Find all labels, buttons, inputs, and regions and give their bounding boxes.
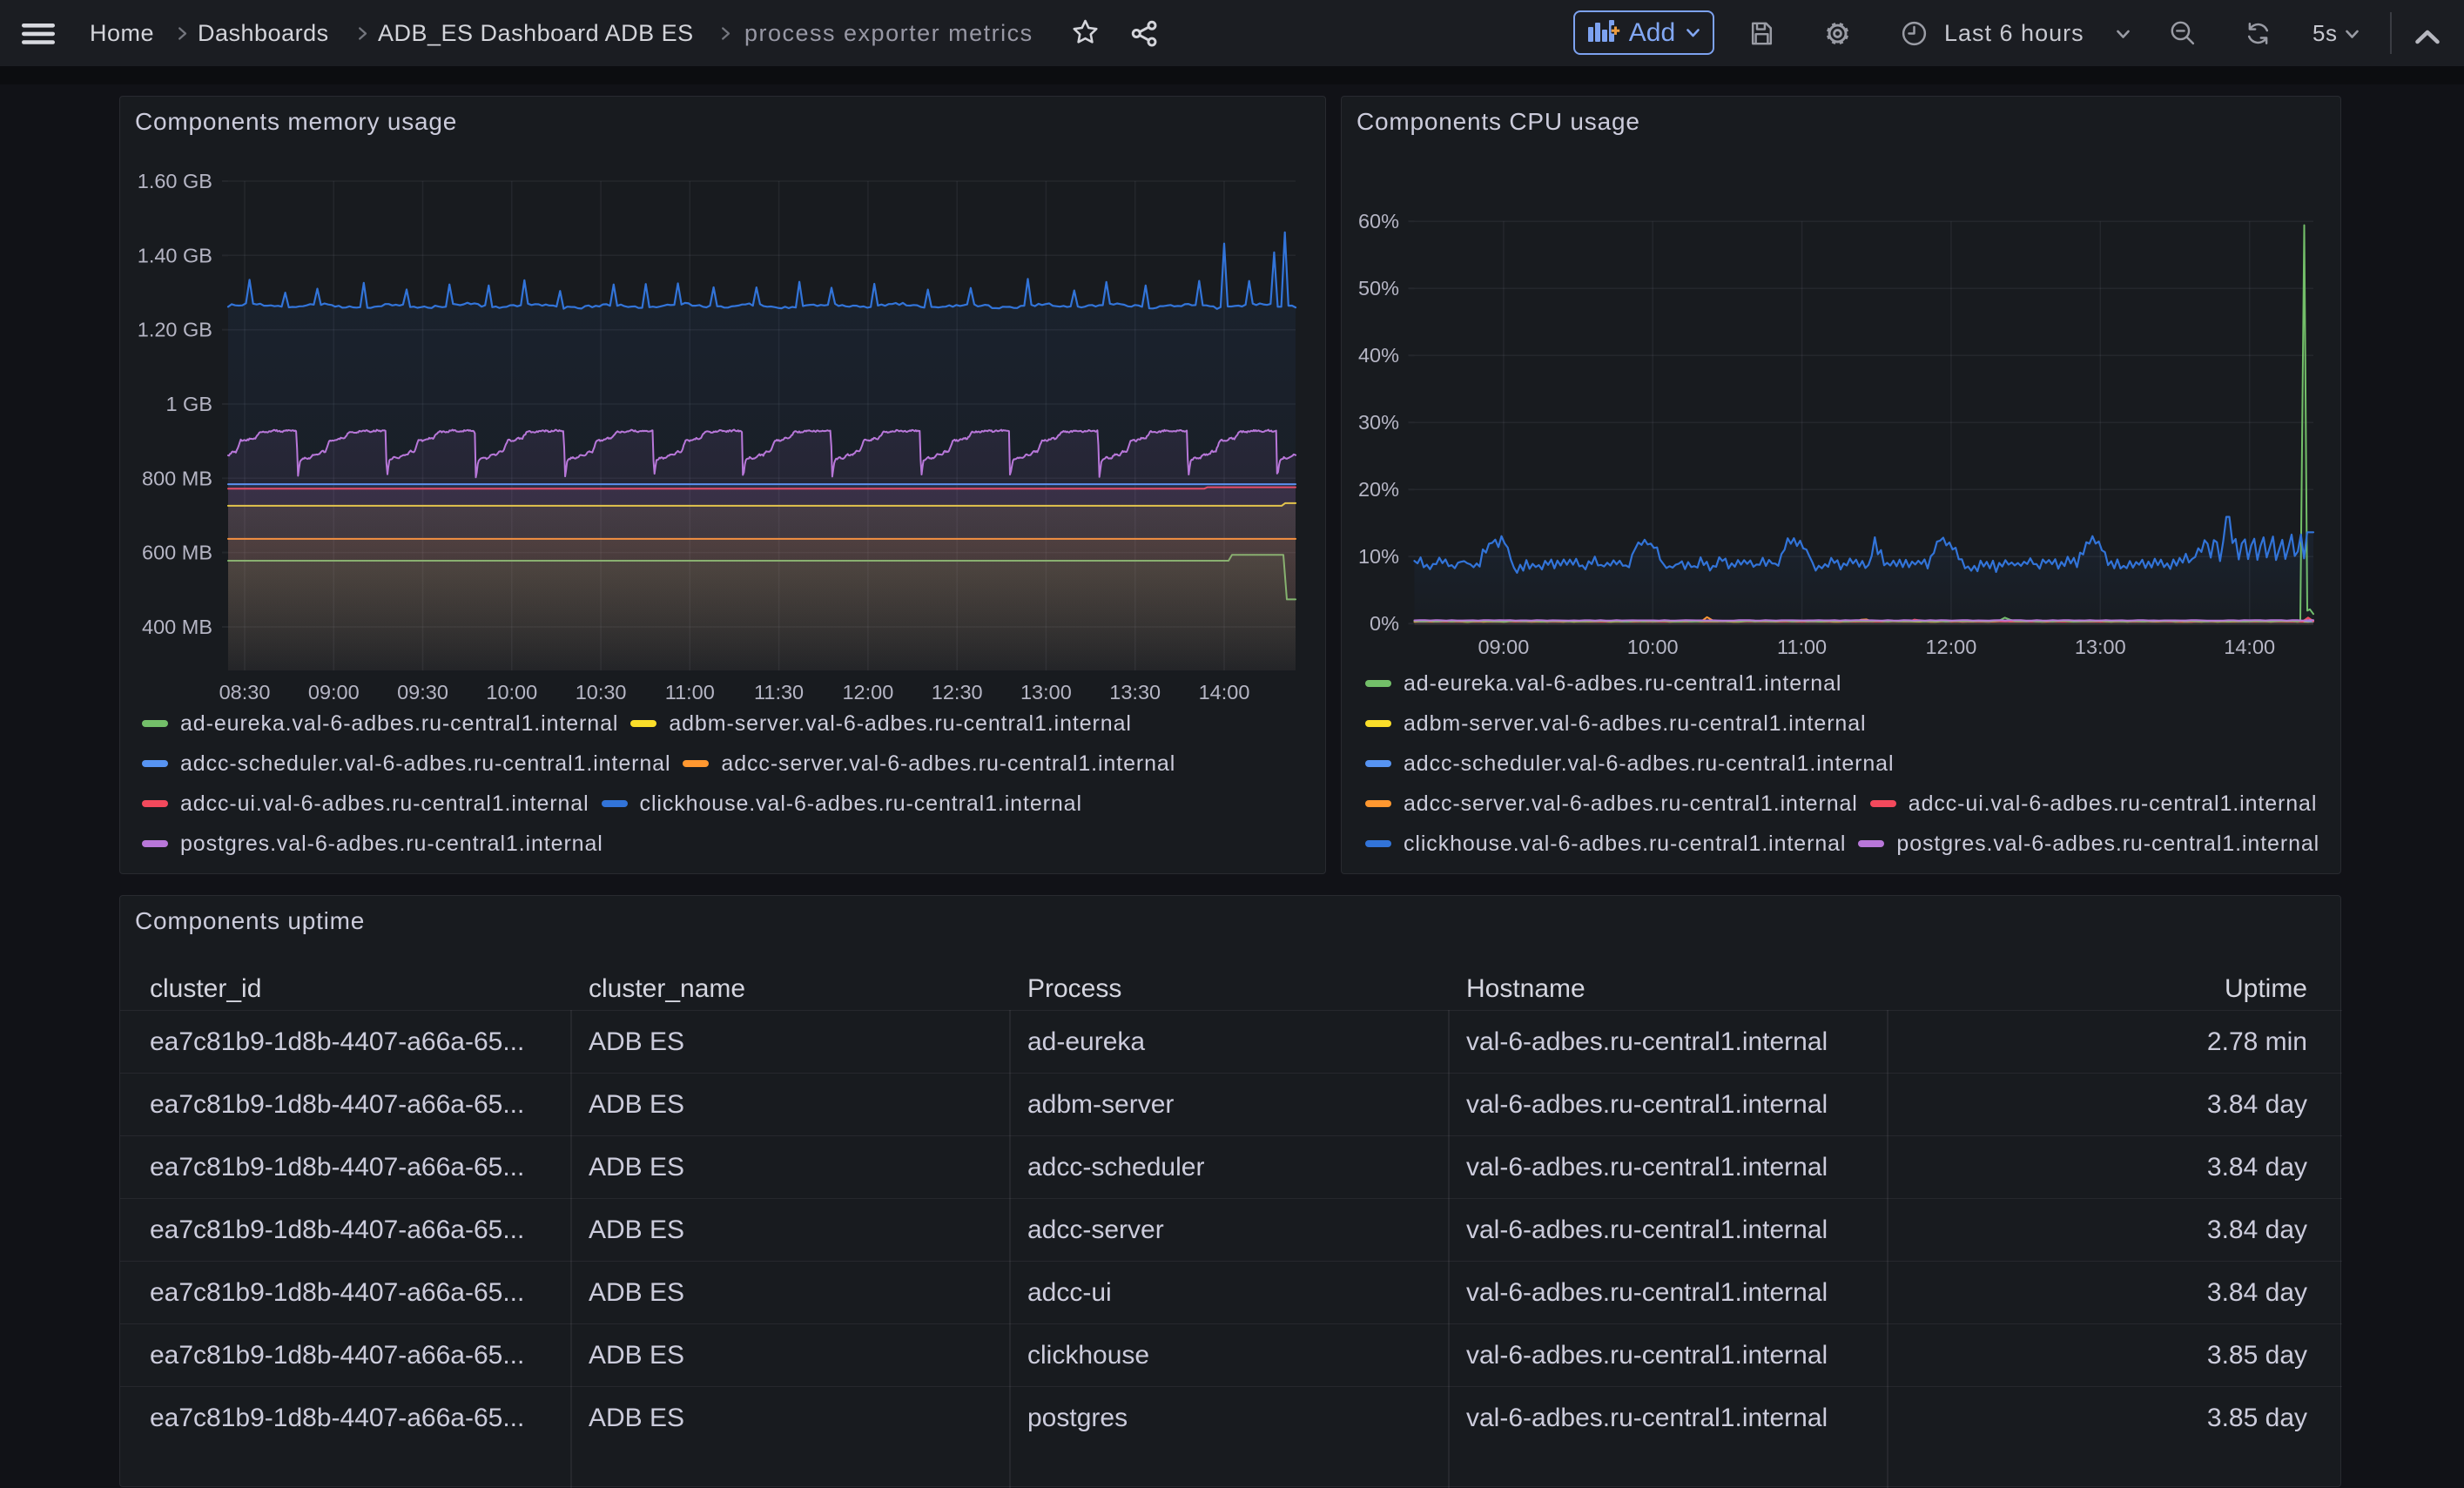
svg-text:11:30: 11:30 — [754, 681, 804, 704]
svg-text:60%: 60% — [1358, 210, 1399, 232]
svg-text:400 MB: 400 MB — [142, 616, 212, 638]
svg-text:10:00: 10:00 — [486, 681, 537, 704]
svg-text:10:30: 10:30 — [576, 681, 627, 704]
svg-text:12:30: 12:30 — [932, 681, 983, 704]
svg-text:14:00: 14:00 — [1199, 681, 1250, 704]
svg-text:800 MB: 800 MB — [142, 467, 212, 489]
svg-text:1 GB: 1 GB — [165, 393, 212, 415]
svg-text:0%: 0% — [1370, 612, 1399, 635]
svg-text:10:00: 10:00 — [1627, 636, 1679, 658]
svg-text:1.60 GB: 1.60 GB — [138, 170, 212, 192]
svg-text:1.20 GB: 1.20 GB — [138, 319, 212, 341]
svg-text:14:00: 14:00 — [2224, 636, 2275, 658]
svg-text:1.40 GB: 1.40 GB — [138, 244, 212, 266]
svg-text:20%: 20% — [1358, 478, 1399, 501]
svg-text:11:00: 11:00 — [1777, 636, 1827, 658]
svg-text:13:30: 13:30 — [1109, 681, 1161, 704]
svg-text:09:00: 09:00 — [308, 681, 360, 704]
svg-text:600 MB: 600 MB — [142, 542, 212, 564]
svg-text:08:30: 08:30 — [219, 681, 271, 704]
svg-text:50%: 50% — [1358, 277, 1399, 300]
svg-text:10%: 10% — [1358, 545, 1399, 568]
svg-text:12:00: 12:00 — [842, 681, 893, 704]
svg-text:11:00: 11:00 — [665, 681, 715, 704]
svg-text:09:00: 09:00 — [1478, 636, 1529, 658]
svg-text:13:00: 13:00 — [2075, 636, 2126, 658]
svg-text:09:30: 09:30 — [397, 681, 448, 704]
svg-text:13:00: 13:00 — [1020, 681, 1072, 704]
svg-text:40%: 40% — [1358, 344, 1399, 367]
svg-text:12:00: 12:00 — [1925, 636, 1976, 658]
svg-text:30%: 30% — [1358, 411, 1399, 434]
